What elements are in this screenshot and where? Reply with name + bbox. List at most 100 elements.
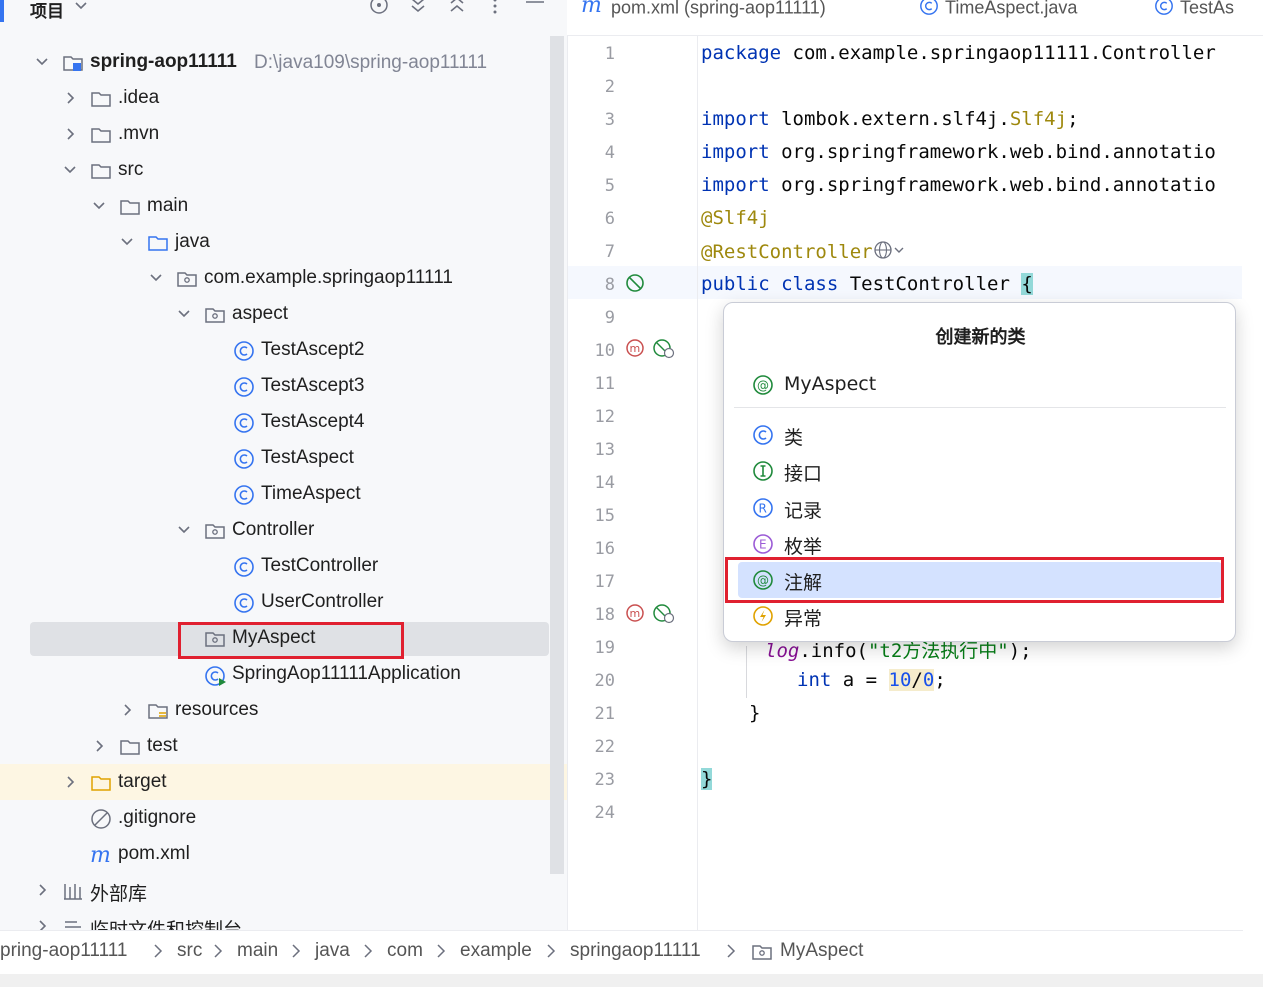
options-icon[interactable]: [491, 0, 499, 19]
tree-node-resources[interactable]: resources: [0, 692, 567, 728]
expand-all-icon[interactable]: [409, 0, 427, 19]
tree-node-scratches[interactable]: 临时文件和控制台: [0, 908, 567, 930]
tree-node-java[interactable]: java: [0, 224, 567, 260]
tree-node-gitignore[interactable]: .gitignore: [0, 800, 567, 836]
tree-node-class[interactable]: TestAscept4: [0, 404, 567, 440]
line-number[interactable]: 6: [568, 209, 615, 229]
breadcrumb-item[interactable]: MyAspect: [780, 940, 863, 962]
panel-title[interactable]: 项目: [30, 0, 64, 22]
popup-item-enum[interactable]: E 枚举: [738, 526, 1222, 562]
chevron-right-icon[interactable]: [32, 908, 52, 930]
mapping-icon[interactable]: m: [624, 603, 646, 630]
popup-item-exception[interactable]: 异常: [738, 598, 1222, 634]
line-number[interactable]: 17: [568, 572, 615, 592]
breadcrumb-item[interactable]: com: [387, 940, 423, 962]
source-folder-icon: [147, 232, 169, 254]
line-number[interactable]: 24: [568, 803, 615, 823]
tab-testaspect[interactable]: TestAs: [1154, 0, 1234, 21]
line-number[interactable]: 18: [568, 605, 615, 625]
tree-node-myaspect[interactable]: MyAspect: [0, 620, 567, 656]
tree-node-pom[interactable]: m pom.xml: [0, 836, 567, 872]
mapping-icon[interactable]: m: [624, 338, 646, 365]
breadcrumb-item[interactable]: example: [460, 940, 532, 962]
tree-node-class[interactable]: UserController: [0, 584, 567, 620]
collapse-all-icon[interactable]: [448, 0, 466, 19]
chevron-right-icon[interactable]: [32, 872, 52, 908]
popup-item-record[interactable]: R 记录: [738, 490, 1222, 526]
tree-node-class[interactable]: TestAscept3: [0, 368, 567, 404]
tab-pom-xml[interactable]: m pom.xml (spring-aop11111): [581, 0, 826, 21]
breadcrumb-item[interactable]: springaop11111: [570, 940, 701, 962]
breadcrumb-item[interactable]: src: [177, 940, 202, 962]
tree-node-mvn[interactable]: .mvn: [0, 116, 567, 152]
line-number[interactable]: 7: [568, 242, 615, 262]
chevron-down-icon[interactable]: [74, 0, 88, 18]
no-usages-icon[interactable]: [624, 272, 646, 299]
tree-node-main[interactable]: main: [0, 188, 567, 224]
line-number[interactable]: 11: [568, 374, 615, 394]
chevron-down-icon[interactable]: [117, 224, 137, 260]
spring-boot-class-icon: [204, 664, 226, 686]
line-number[interactable]: 9: [568, 308, 615, 328]
svg-text:R: R: [759, 502, 767, 516]
chevron-right-icon[interactable]: [60, 764, 80, 800]
line-number[interactable]: 4: [568, 143, 615, 163]
tree-node-class[interactable]: TestAspect: [0, 440, 567, 476]
endpoint-icon[interactable]: [652, 338, 676, 365]
breadcrumb-item[interactable]: pring-aop11111: [0, 940, 127, 962]
tree-node-external-libraries[interactable]: 外部库: [0, 872, 567, 908]
popup-item-class[interactable]: 类: [738, 417, 1222, 453]
line-number[interactable]: 13: [568, 440, 615, 460]
line-number[interactable]: 23: [568, 770, 615, 790]
chevron-right-icon[interactable]: [89, 728, 109, 764]
line-number[interactable]: 2: [568, 77, 615, 97]
line-number[interactable]: 8: [568, 275, 615, 295]
line-number[interactable]: 20: [568, 671, 615, 691]
tree-node-idea[interactable]: .idea: [0, 80, 567, 116]
line-number[interactable]: 5: [568, 176, 615, 196]
popup-item-recent-myaspect[interactable]: @ MyAspect: [738, 367, 1222, 403]
chevron-right-icon[interactable]: [60, 80, 80, 116]
tree-node-aspect[interactable]: aspect: [0, 296, 567, 332]
popup-item-annotation[interactable]: @ 注解: [738, 562, 1222, 598]
breadcrumb-item[interactable]: main: [237, 940, 278, 962]
tree-node-test[interactable]: test: [0, 728, 567, 764]
line-number[interactable]: 16: [568, 539, 615, 559]
panel-scrollbar[interactable]: [550, 36, 564, 874]
chevron-down-icon[interactable]: [146, 260, 166, 296]
line-number[interactable]: 15: [568, 506, 615, 526]
line-number[interactable]: 3: [568, 110, 615, 130]
chevron-down-icon[interactable]: [60, 152, 80, 188]
tree-node-class[interactable]: TimeAspect: [0, 476, 567, 512]
tree-node-root[interactable]: spring-aop11111 D:\java109\spring-aop111…: [0, 44, 567, 80]
tree-node-src[interactable]: src: [0, 152, 567, 188]
hide-panel-icon[interactable]: [525, 0, 545, 19]
tree-label: SpringAop11111Application: [232, 663, 461, 684]
tree-node-class[interactable]: TestController: [0, 548, 567, 584]
locate-icon[interactable]: [368, 0, 390, 23]
line-number[interactable]: 21: [568, 704, 615, 724]
globe-icon[interactable]: [873, 240, 907, 265]
line-number[interactable]: 22: [568, 737, 615, 757]
chevron-down-icon[interactable]: [174, 512, 194, 548]
chevron-down-icon[interactable]: [89, 188, 109, 224]
tree-node-class[interactable]: TestAscept2: [0, 332, 567, 368]
chevron-down-icon[interactable]: [174, 296, 194, 332]
tab-timeaspect[interactable]: TimeAspect.java: [919, 0, 1077, 21]
tree-node-controller[interactable]: Controller: [0, 512, 567, 548]
tree-label: MyAspect: [232, 627, 316, 648]
line-number[interactable]: 10: [568, 341, 615, 361]
popup-item-interface[interactable]: 接口: [738, 453, 1222, 489]
line-number[interactable]: 12: [568, 407, 615, 427]
line-number[interactable]: 19: [568, 638, 615, 658]
tree-node-package[interactable]: com.example.springaop11111: [0, 260, 567, 296]
endpoint-icon[interactable]: [652, 603, 676, 630]
chevron-right-icon[interactable]: [60, 116, 80, 152]
chevron-right-icon[interactable]: [117, 692, 137, 728]
tree-node-application[interactable]: SpringAop11111Application: [0, 656, 567, 692]
breadcrumb-item[interactable]: java: [315, 940, 350, 962]
line-number[interactable]: 14: [568, 473, 615, 493]
chevron-down-icon[interactable]: [32, 44, 52, 80]
line-number[interactable]: 1: [568, 44, 615, 64]
tree-node-target[interactable]: target: [0, 764, 567, 800]
